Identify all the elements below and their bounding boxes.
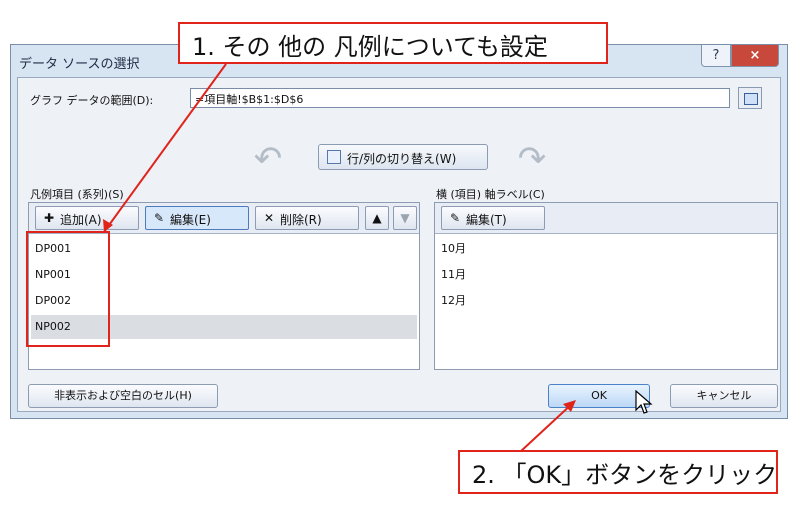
annotation-arrows [103,63,576,453]
callout-click-ok-text: 2. 「OK」ボタンをクリック [472,461,778,489]
callout-other-legends: 1. その 他の 凡例についても設定 [178,22,608,64]
arrow-line-to-ok [519,401,575,453]
callout-other-legends-text: 1. その 他の 凡例についても設定 [192,33,548,61]
arrow-line-to-legend [103,63,227,233]
callout-click-ok: 2. 「OK」ボタンをクリック [458,450,778,494]
